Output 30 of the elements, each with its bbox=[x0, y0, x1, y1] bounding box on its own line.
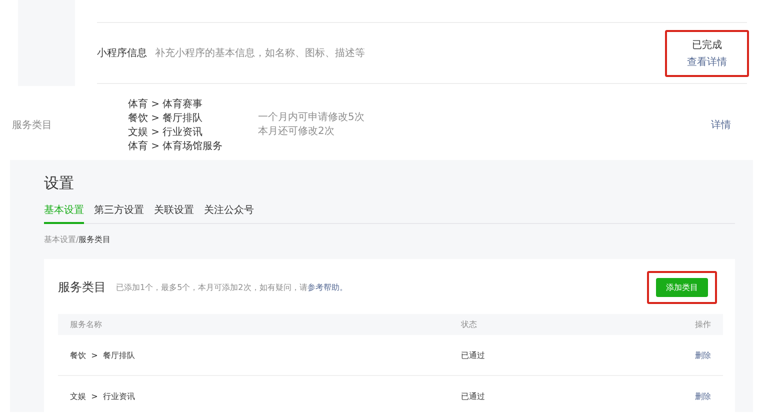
tab[interactable]: 第三方设置 bbox=[94, 203, 144, 224]
row-description: 补充小程序的基本信息，如名称、图标、描述等 bbox=[155, 46, 366, 60]
card-title: 服务类目 bbox=[58, 279, 106, 296]
breadcrumb: 基本设置/服务类目 bbox=[44, 234, 112, 245]
note-text: 一个月内可申请修改5次 bbox=[258, 111, 366, 125]
column-header: 服务名称 bbox=[70, 319, 103, 330]
table-cell-text: 文娱 > 行业资讯 bbox=[70, 390, 136, 402]
table-cell-text: 已通过 bbox=[461, 350, 486, 360]
note-text: 本月还可修改2次 bbox=[258, 125, 336, 139]
category-text: 体育 > 体育场馆服务 bbox=[128, 140, 224, 152]
status-text: 已完成 bbox=[692, 38, 722, 52]
table-cell-text: 已通过 bbox=[461, 390, 486, 402]
column-header: 操作 bbox=[694, 319, 711, 330]
delete-link[interactable]: 删除 bbox=[661, 350, 711, 360]
help-link[interactable]: 参考帮助。 bbox=[307, 283, 348, 292]
row-label: 服务类目 bbox=[11, 118, 53, 132]
category-text: 餐饮 > 餐厅排队 bbox=[128, 112, 204, 124]
tab[interactable]: 关联设置 bbox=[154, 203, 194, 224]
column-header: 状态 bbox=[461, 319, 478, 330]
view-details-link[interactable]: 查看详情 bbox=[687, 54, 727, 68]
hint-text: 已添加1个，最多5个，本月可添加2次，如有疑问，请参考帮助。 bbox=[116, 282, 348, 293]
table-cell-text: 餐饮 > 餐厅排队 bbox=[70, 350, 136, 360]
delete-link[interactable]: 删除 bbox=[661, 390, 711, 402]
row-label: 小程序信息 bbox=[97, 46, 148, 60]
category-text: 文娱 > 行业资讯 bbox=[128, 126, 204, 138]
details-link[interactable]: 详情 bbox=[711, 118, 731, 132]
add-category-button[interactable]: 添加类目 bbox=[656, 278, 708, 297]
tab[interactable]: 关注公众号 bbox=[204, 203, 254, 224]
category-text: 体育 > 体育赛事 bbox=[128, 98, 204, 110]
page-title: 设置 bbox=[44, 174, 75, 193]
